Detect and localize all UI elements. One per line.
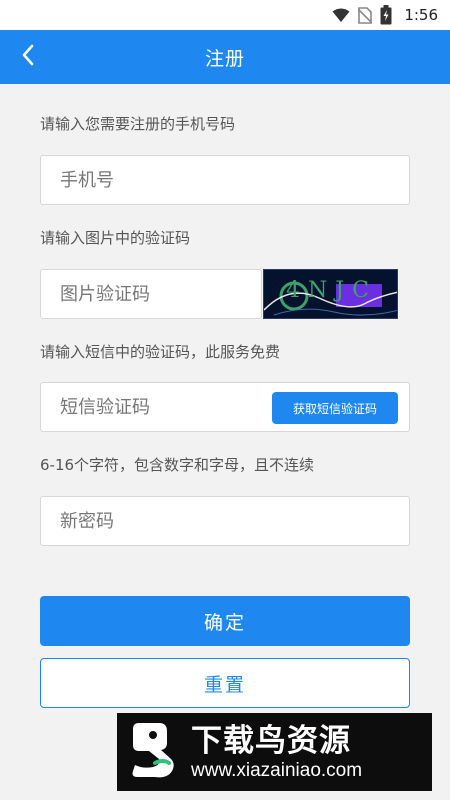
sms-label: 请输入短信中的验证码，此服务免费: [40, 343, 281, 361]
captcha-text: 4NJC: [286, 278, 377, 303]
watermark-text: 下载鸟资源 www.xiazainiao.com: [191, 722, 362, 782]
captcha-input[interactable]: [41, 270, 261, 318]
phone-input[interactable]: [41, 156, 409, 204]
password-label: 6-16个字符，包含数字和字母，且不连续: [40, 456, 315, 474]
sms-field-box: 获取短信验证码: [40, 382, 410, 432]
password-input[interactable]: [41, 497, 409, 545]
phone-field-box: [40, 155, 410, 205]
phone-label: 请输入您需要注册的手机号码: [40, 115, 236, 133]
watermark-title: 下载鸟资源: [191, 723, 351, 759]
status-bar: 1:56: [0, 0, 450, 30]
get-sms-code-button[interactable]: 获取短信验证码: [272, 392, 398, 424]
password-field-box: [40, 496, 410, 546]
watermark: 下载鸟资源 www.xiazainiao.com: [117, 713, 432, 791]
watermark-url: www.xiazainiao.com: [191, 760, 363, 781]
chevron-left-icon: [21, 44, 35, 70]
battery-charging-icon: [380, 5, 392, 25]
app-bar: 注册: [0, 30, 450, 84]
status-time: 1:56: [404, 6, 438, 24]
bird-logo-icon: [125, 719, 183, 785]
confirm-button[interactable]: 确定: [40, 596, 410, 646]
captcha-image[interactable]: 4NJC: [263, 269, 398, 319]
page-title: 注册: [204, 47, 245, 70]
captcha-field-box: [40, 269, 262, 319]
wifi-icon: [332, 8, 350, 23]
sms-code-input[interactable]: [41, 383, 261, 431]
reset-button[interactable]: 重置: [40, 658, 410, 708]
back-button[interactable]: [10, 39, 46, 75]
no-sim-icon: [358, 6, 373, 24]
captcha-label: 请输入图片中的验证码: [40, 229, 191, 247]
